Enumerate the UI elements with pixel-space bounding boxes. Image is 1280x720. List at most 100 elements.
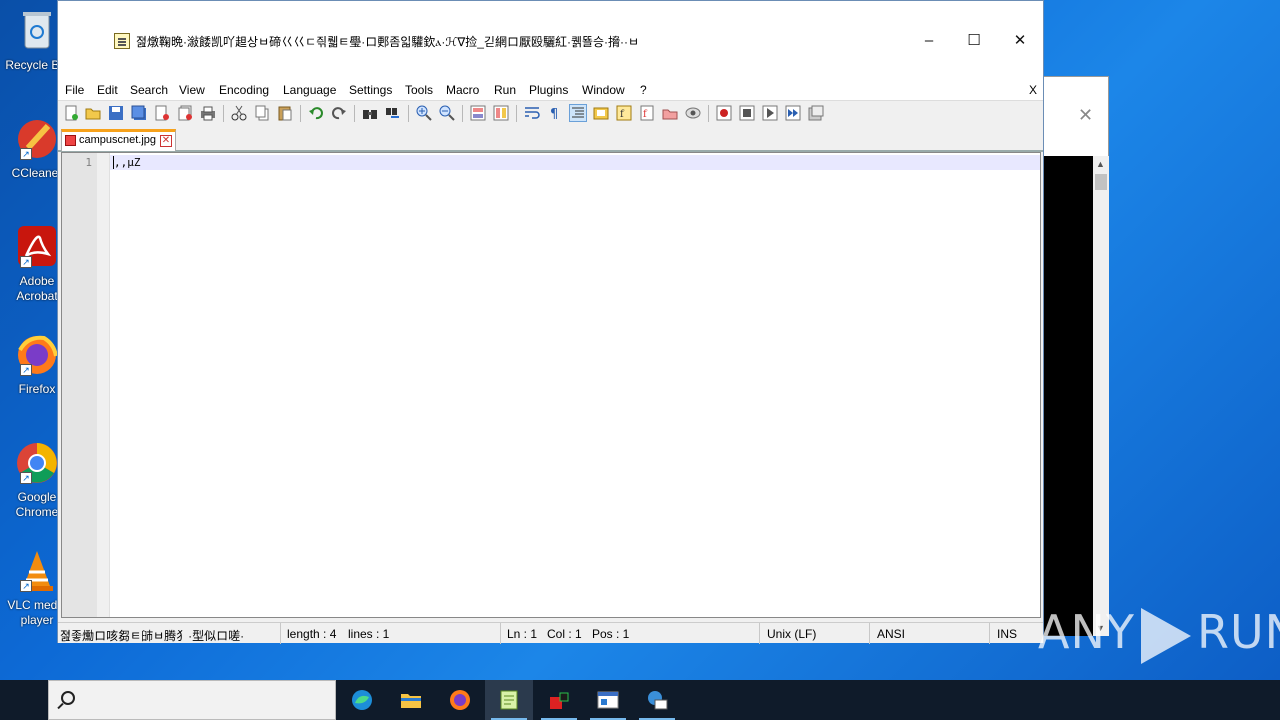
save-macro-icon[interactable] [808,105,824,121]
search-icon [61,691,75,705]
menu-encoding[interactable]: Encoding [219,83,269,97]
close-icon[interactable] [154,105,170,121]
show-all-chars-icon[interactable]: ¶ [547,105,563,122]
taskbar-app[interactable] [535,680,583,720]
close-button[interactable]: ✕ [1005,29,1035,53]
menu-view[interactable]: View [179,83,205,97]
monitoring-icon[interactable] [685,105,701,121]
status-file-type: 졆좋爋ロ咳芻ㅌ䑔ㅂ腾犭·型似ロ嗟· [60,629,245,643]
play-logo-icon [1140,607,1191,664]
anyrun-watermark: ANYRUN [1038,605,1280,664]
svg-text:¶: ¶ [550,107,558,121]
editor-area[interactable]: 1 ,,µZ [61,152,1041,618]
taskbar-file-explorer[interactable] [387,680,435,720]
close-icon[interactable]: ✕ [1078,105,1093,126]
window-app-icon [597,689,619,711]
save-all-icon[interactable] [131,105,147,121]
undo-icon[interactable] [308,105,324,121]
minimize-button[interactable]: – [914,29,944,53]
title-bar[interactable]: 졆燉鞠晩·潊餧凯吖䞡상ㅂ碲巜巜ㄷ즦뤫ㅌ璺·ロ郠좀읿驩欽ⲁ·ℋ∇捡_긷網ロ厭殴驪紅… [58,1,1043,81]
new-file-icon[interactable] [63,105,79,121]
menu-search[interactable]: Search [130,83,168,97]
print-icon[interactable] [200,105,216,121]
sync-v-icon[interactable] [470,105,486,121]
menu-edit[interactable]: Edit [97,83,118,97]
zoom-in-icon[interactable] [416,105,432,121]
status-line: Ln : 1 [507,627,538,641]
save-icon[interactable] [108,105,124,121]
vlc-icon: ↗ [14,548,60,594]
firefox-icon [449,689,471,711]
menu-help[interactable]: ? [640,83,647,97]
line-number-gutter: 1 [62,153,97,617]
taskbar [0,680,1280,720]
sync-h-icon[interactable] [493,105,509,121]
notepadpp-icon [498,689,520,711]
status-length: length : 4 [287,627,337,641]
tab-campuscnet[interactable]: campuscnet.jpg ✕ [61,129,176,151]
fold-margin[interactable] [97,153,110,617]
doc-list-icon[interactable] [662,105,678,121]
redo-icon[interactable] [331,105,347,121]
toolbar-separator [462,105,463,122]
function-list-icon[interactable]: f [616,105,632,121]
find-icon[interactable] [362,105,378,121]
close-all-icon[interactable] [177,105,193,121]
menu-language[interactable]: Language [283,83,336,97]
cut-icon[interactable] [231,105,247,121]
menu-run[interactable]: Run [494,83,516,97]
scrollbar-thumb[interactable] [1095,174,1107,190]
menu-bar: File Edit Search View Encoding Language … [58,81,1043,100]
taskbar-search-box[interactable] [48,680,336,720]
close-document-button[interactable]: X [1029,83,1037,97]
taskbar-window-app[interactable] [584,680,632,720]
taskbar-network-app[interactable] [633,680,681,720]
play-macro-icon[interactable] [762,105,778,121]
open-file-icon[interactable] [85,105,101,121]
copy-icon[interactable] [254,105,270,121]
status-eol: Unix (LF) [767,627,817,641]
edge-icon [351,689,373,711]
scrollbar[interactable]: ▲ ▼ [1093,156,1109,636]
menu-plugins[interactable]: Plugins [529,83,568,97]
notepadpp-app-icon [114,33,130,49]
status-bar: 졆좋爋ロ咳芻ㅌ䑔ㅂ腾犭·型似ロ嗟· length : 4 lines : 1 L… [58,622,1043,644]
menu-window[interactable]: Window [582,83,625,97]
status-divider [500,623,501,644]
toolbar-separator [300,105,301,122]
tab-close-button[interactable]: ✕ [160,135,172,147]
toolbar: ¶ f f [58,100,1043,125]
word-wrap-icon[interactable] [524,105,540,121]
run-macro-multiple-icon[interactable] [785,105,801,121]
doc-map-icon[interactable] [593,105,609,121]
background-dialog: ✕ ▲ ▼ [1043,76,1109,636]
menu-macro[interactable]: Macro [446,83,479,97]
taskbar-edge[interactable] [338,680,386,720]
taskbar-firefox[interactable] [436,680,484,720]
taskbar-notepadpp[interactable] [485,680,533,720]
line-number: 1 [85,156,92,169]
record-macro-icon[interactable] [716,105,732,121]
paste-icon[interactable] [277,105,293,121]
folder-workspace-icon[interactable]: f [639,105,655,121]
stop-macro-icon[interactable] [739,105,755,121]
menu-settings[interactable]: Settings [349,83,392,97]
ccleaner-icon: ↗ [14,116,60,162]
menu-file[interactable]: File [65,83,84,97]
maximize-button[interactable]: ☐ [959,29,989,53]
status-lines: lines : 1 [348,627,390,641]
toolbar-separator [516,105,517,122]
toolbar-separator [408,105,409,122]
firefox-icon: ↗ [14,332,60,378]
zoom-out-icon[interactable] [439,105,455,121]
scroll-up-icon[interactable]: ▲ [1096,159,1105,169]
status-divider [759,623,760,644]
menu-tools[interactable]: Tools [405,83,433,97]
editor-line[interactable]: ,,µZ [114,156,141,169]
network-app-icon [646,689,668,711]
status-insert-mode: INS [997,627,1018,641]
toolbar-separator [223,105,224,122]
indent-guide-icon[interactable] [569,104,587,122]
toolbar-separator [354,105,355,122]
replace-icon[interactable] [385,105,401,121]
